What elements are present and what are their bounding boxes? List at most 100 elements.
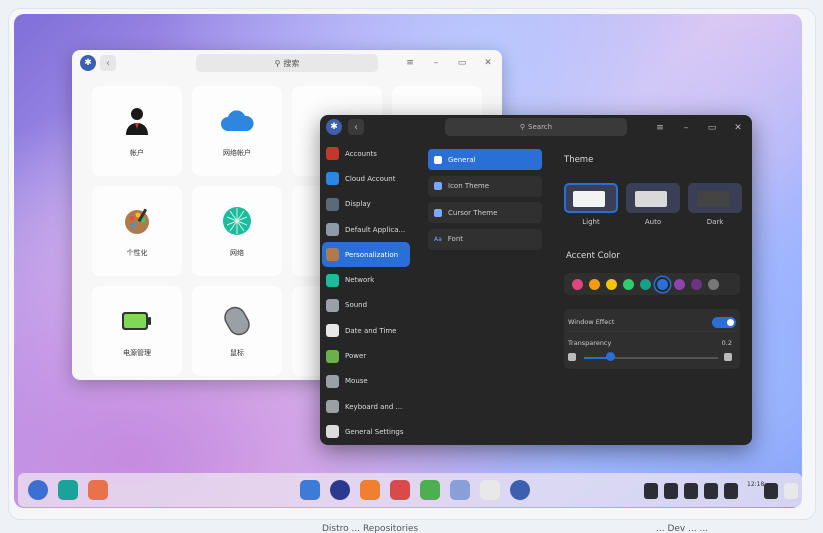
module-tile-label: 网络 [230, 249, 244, 257]
default-apps-icon [326, 223, 339, 237]
caption-left: Distro ... Repositories [322, 524, 419, 533]
theme-preview [564, 183, 618, 213]
back-button[interactable]: ‹ [348, 119, 364, 135]
file-manager-icon[interactable] [300, 480, 320, 500]
sidebar-item[interactable]: Date and Time [322, 318, 410, 343]
module-tile[interactable]: 网络帐户 [192, 86, 282, 176]
search-input[interactable]: ⚲ 搜索 [196, 54, 378, 72]
theme-preview-window [697, 191, 729, 207]
sidebar-item[interactable]: Mouse [322, 369, 410, 394]
sidebar-item[interactable]: Keyboard and ... [322, 394, 410, 419]
transparency-slider[interactable] [568, 352, 734, 363]
music-player-icon[interactable] [420, 480, 440, 500]
sidebar-item-label: Keyboard and ... [345, 402, 403, 411]
module-tile[interactable]: 个性化 [92, 186, 182, 276]
transparency-high-icon [724, 353, 732, 361]
accent-color-swatch[interactable] [606, 278, 617, 290]
network-icon [326, 273, 339, 287]
accent-color-swatch[interactable] [589, 278, 600, 290]
accent-color-swatch[interactable] [674, 278, 685, 290]
workspace-icon[interactable] [88, 480, 108, 500]
battery-icon [326, 349, 339, 363]
transparency-label: Transparency [568, 339, 612, 347]
tray-power-icon[interactable] [724, 483, 738, 499]
app-logo-icon: ✱ [80, 55, 96, 71]
window-effect-toggle[interactable] [712, 316, 736, 328]
theme-option[interactable]: Auto [626, 183, 680, 226]
mouse-icon [326, 374, 339, 388]
account-icon [120, 104, 154, 138]
subnav-item[interactable]: Cursor Theme [428, 202, 542, 223]
transparency-low-icon [568, 353, 576, 361]
accent-color-swatch[interactable] [708, 278, 719, 290]
multitask-view-icon[interactable] [58, 480, 78, 500]
sidebar-item[interactable]: General Settings [322, 419, 410, 444]
accent-color-swatch[interactable] [640, 278, 651, 290]
module-tile[interactable]: 电源管理 [92, 286, 182, 376]
sidebar-item[interactable]: Network [322, 267, 410, 292]
clock[interactable]: 12:18 [747, 481, 764, 488]
minimize-button[interactable]: – [423, 54, 449, 72]
personalization-subnav: General Icon Theme Cursor Theme Aa Font [428, 149, 542, 255]
control-center-dark-window: ✱ ‹ ⚲ Search ≡ – ▭ ✕ Accounts Cloud Accou… [320, 115, 752, 445]
maximize-button[interactable]: ▭ [449, 54, 475, 72]
theme-option-label: Auto [644, 218, 662, 226]
accent-color-swatch[interactable] [691, 278, 702, 290]
launcher-icon[interactable] [28, 480, 48, 500]
search-input[interactable]: ⚲ Search [445, 118, 627, 136]
text-editor-icon[interactable] [450, 480, 470, 500]
sidebar-item[interactable]: Personalization [322, 242, 410, 268]
sidebar-item-label: Display [345, 200, 371, 209]
sidebar-item[interactable]: Power [322, 343, 410, 368]
image-viewer-icon[interactable] [390, 480, 410, 500]
sidebar-item[interactable]: Display [322, 192, 410, 217]
module-tile[interactable]: 帐户 [92, 86, 182, 176]
sidebar-item[interactable]: Sound [322, 293, 410, 318]
caption-right: ... Dev ... ... [656, 524, 709, 533]
control-center-icon[interactable] [510, 480, 530, 500]
tray-network-icon[interactable] [684, 483, 698, 499]
window-effect-row: Window Effect [568, 313, 736, 332]
app-store-icon[interactable] [360, 480, 380, 500]
tray-keyboard-icon[interactable] [644, 483, 658, 499]
close-button[interactable]: ✕ [725, 119, 751, 137]
module-tile[interactable]: 鼠标 [192, 286, 282, 376]
menu-button[interactable]: ≡ [397, 54, 423, 72]
menu-button[interactable]: ≡ [647, 119, 673, 137]
subnav-item-label: Cursor Theme [448, 208, 498, 217]
subnav-item[interactable]: Icon Theme [428, 175, 542, 197]
sidebar: Accounts Cloud Account Display Default Appl… [322, 141, 410, 445]
tray-notification-icon[interactable] [664, 483, 678, 499]
tray-sound-icon[interactable] [704, 483, 718, 499]
slider-knob[interactable] [606, 352, 616, 361]
subnav-item-label: General [448, 155, 476, 164]
palette-icon [326, 248, 339, 262]
show-desktop-button[interactable] [784, 483, 798, 499]
accent-color-swatch[interactable] [657, 278, 668, 290]
battery-icon [120, 304, 154, 338]
minimize-button[interactable]: – [673, 119, 699, 137]
accent-color-swatch[interactable] [572, 278, 583, 290]
browser-icon[interactable] [330, 480, 350, 500]
app-logo-icon: ✱ [326, 119, 342, 135]
subnav-item[interactable]: General [428, 149, 542, 170]
keyboard-icon [326, 400, 339, 414]
close-button[interactable]: ✕ [475, 54, 501, 72]
theme-preview [688, 183, 742, 213]
theme-option[interactable]: Dark [688, 183, 742, 226]
accent-color-swatch[interactable] [623, 278, 634, 290]
back-button[interactable]: ‹ [100, 55, 116, 71]
window-effect-label: Window Effect [568, 318, 615, 326]
module-tile[interactable]: 网络 [192, 186, 282, 276]
subnav-item[interactable]: Aa Font [428, 228, 542, 250]
theme-option-label: Dark [706, 218, 724, 226]
sidebar-item[interactable]: Default Applica... [322, 217, 410, 242]
theme-option[interactable]: Light [564, 183, 618, 226]
maximize-button[interactable]: ▭ [699, 119, 725, 137]
tray-notification-center-icon[interactable] [764, 483, 778, 499]
caption: Distro ... Repositories ... Dev ... ... [0, 518, 823, 533]
sidebar-item[interactable]: Cloud Account [322, 166, 410, 191]
sidebar-item[interactable]: Accounts [322, 141, 410, 166]
calendar-icon[interactable] [480, 480, 500, 500]
taskbar: 12:18 [18, 473, 802, 507]
